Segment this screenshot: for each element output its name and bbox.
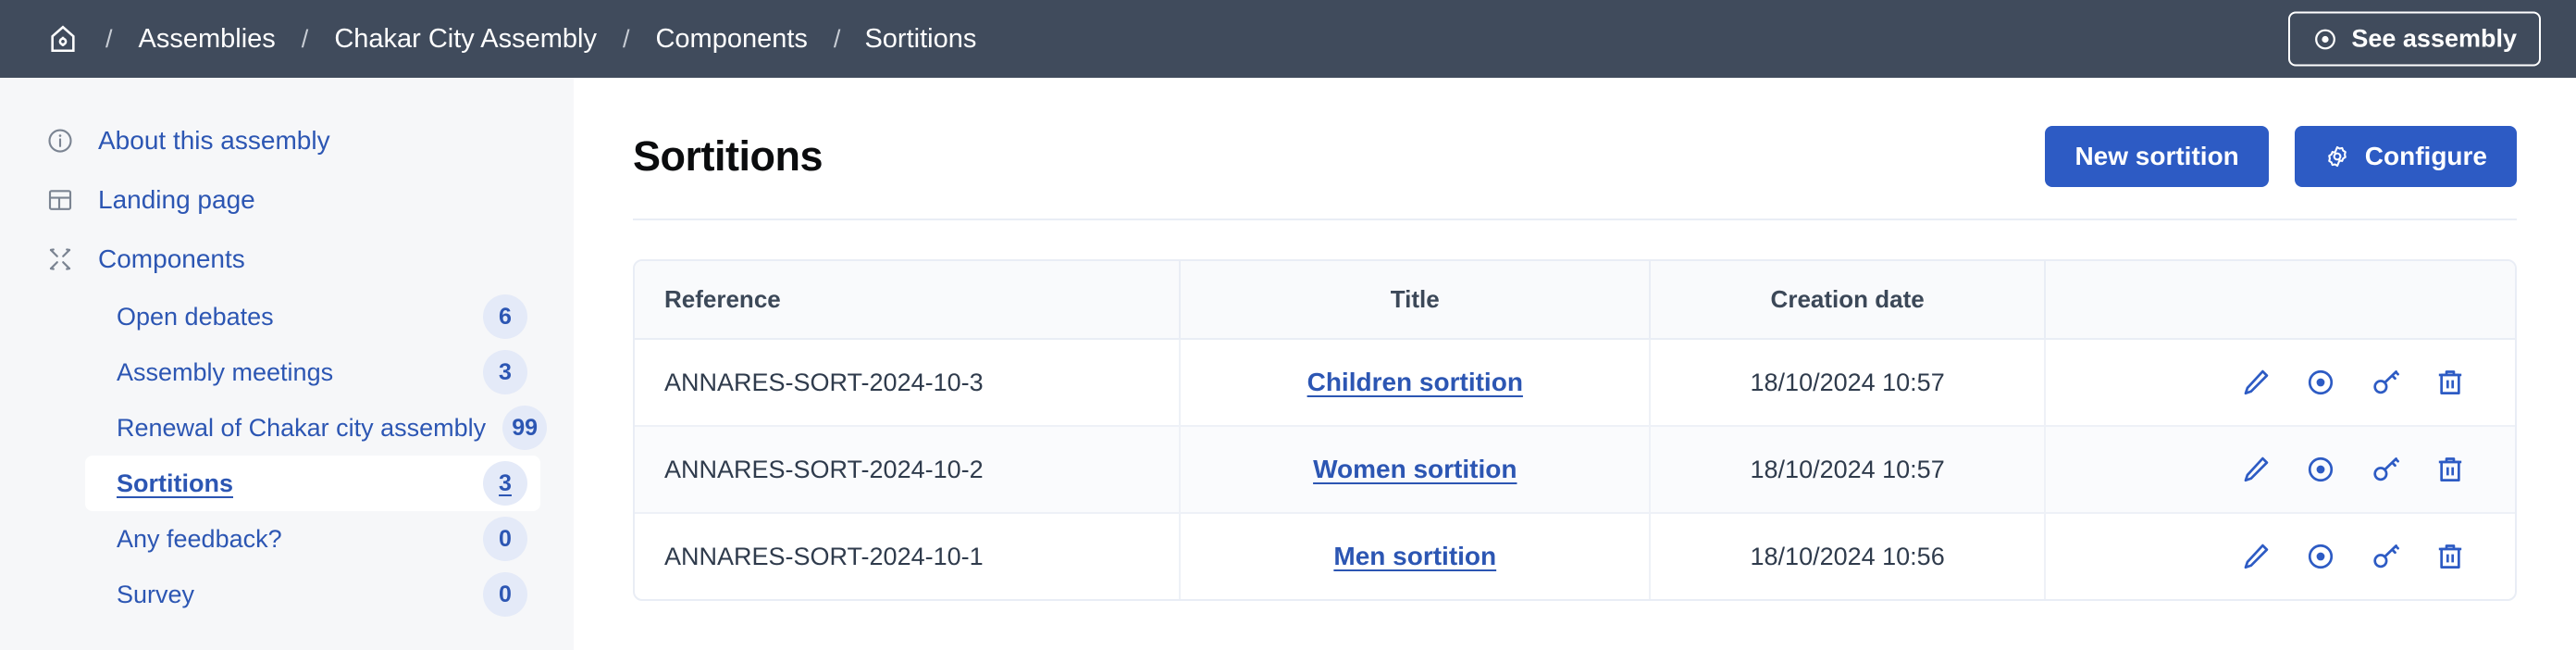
sidebar-subitem-count: 0: [483, 517, 527, 561]
column-header-title[interactable]: Title: [1180, 261, 1650, 339]
row-action-group: [2075, 540, 2485, 573]
breadcrumb-separator-2: /: [278, 25, 333, 54]
sidebar-subitem-open-debates[interactable]: Open debates 6: [85, 289, 540, 344]
content-header: Sortitions New sortition Configure: [633, 126, 2517, 220]
cell-creation-date: 18/10/2024 10:56: [1650, 513, 2045, 599]
eye-icon[interactable]: [2304, 453, 2337, 486]
cell-reference: ANNARES-SORT-2024-10-2: [635, 426, 1180, 513]
pencil-icon[interactable]: [2239, 366, 2273, 399]
cell-title: Women sortition: [1180, 426, 1650, 513]
sidebar-subitem-any-feedback[interactable]: Any feedback? 0: [85, 511, 540, 567]
layout-grid-icon: [44, 184, 76, 216]
trash-icon[interactable]: [2434, 540, 2467, 573]
cell-title: Children sortition: [1180, 339, 1650, 426]
breadcrumb-current-sortitions: Sortitions: [864, 24, 976, 55]
breadcrumb-separator-3: /: [599, 25, 654, 54]
key-icon[interactable]: [2369, 453, 2402, 486]
header-actions: New sortition Configure: [2045, 126, 2517, 187]
cell-actions: [2045, 513, 2515, 599]
table-body: ANNARES-SORT-2024-10-3 Children sortitio…: [635, 339, 2515, 599]
table-row: ANNARES-SORT-2024-10-2 Women sortition 1…: [635, 426, 2515, 513]
sidebar-subitem-label: Assembly meetings: [117, 358, 333, 387]
sidebar-subitem-assembly-meetings[interactable]: Assembly meetings 3: [85, 344, 540, 400]
column-header-actions: [2045, 261, 2515, 339]
sidebar-subitem-label: Survey: [117, 581, 194, 609]
column-header-creation-date[interactable]: Creation date: [1650, 261, 2045, 339]
gear-icon: [2324, 144, 2350, 169]
breadcrumb-separator-4: /: [810, 25, 865, 54]
cell-reference: ANNARES-SORT-2024-10-1: [635, 513, 1180, 599]
sidebar-subitem-label: Renewal of Chakar city assembly: [117, 414, 486, 443]
sortitions-table-container: Reference Title Creation date ANNARES-SO…: [633, 259, 2517, 601]
sidebar-subitem-count: 99: [502, 406, 547, 450]
cell-creation-date: 18/10/2024 10:57: [1650, 339, 2045, 426]
sidebar-item-label: Components: [98, 244, 245, 274]
cell-title: Men sortition: [1180, 513, 1650, 599]
row-action-group: [2075, 366, 2485, 399]
info-icon: [44, 125, 76, 156]
sortition-title-link[interactable]: Women sortition: [1313, 455, 1517, 483]
page-body: About this assembly Landing page Compone…: [0, 78, 2576, 650]
table-row: ANNARES-SORT-2024-10-1 Men sortition 18/…: [635, 513, 2515, 599]
breadcrumb-link-assemblies[interactable]: Assemblies: [137, 24, 278, 55]
sidebar-subitem-count: 3: [483, 461, 527, 506]
key-icon[interactable]: [2369, 366, 2402, 399]
sidebar-item-landing-page[interactable]: Landing page: [0, 170, 574, 230]
sidebar-item-label: Landing page: [98, 185, 255, 215]
cell-creation-date: 18/10/2024 10:57: [1650, 426, 2045, 513]
sidebar-subitem-label: Any feedback?: [117, 525, 282, 554]
breadcrumb-link-components[interactable]: Components: [653, 24, 809, 55]
cell-reference: ANNARES-SORT-2024-10-3: [635, 339, 1180, 426]
eye-icon: [2312, 26, 2338, 52]
sidebar-subitem-survey[interactable]: Survey 0: [85, 567, 540, 622]
breadcrumb-link-chakar-city-assembly[interactable]: Chakar City Assembly: [332, 24, 599, 55]
eye-icon[interactable]: [2304, 540, 2337, 573]
trash-icon[interactable]: [2434, 453, 2467, 486]
table-header-row: Reference Title Creation date: [635, 261, 2515, 339]
pencil-icon[interactable]: [2239, 453, 2273, 486]
sortition-title-link[interactable]: Children sortition: [1307, 368, 1523, 396]
trash-icon[interactable]: [2434, 366, 2467, 399]
row-action-group: [2075, 453, 2485, 486]
sidebar-item-label: About this assembly: [98, 126, 330, 156]
sidebar-subitem-sortitions[interactable]: Sortitions 3: [85, 456, 540, 511]
sortitions-table: Reference Title Creation date ANNARES-SO…: [635, 261, 2515, 599]
breadcrumb-separator-1: /: [81, 25, 137, 54]
home-icon[interactable]: [44, 20, 81, 57]
eye-icon[interactable]: [2304, 366, 2337, 399]
sortition-title-link[interactable]: Men sortition: [1333, 542, 1496, 570]
sidebar-item-about-this-assembly[interactable]: About this assembly: [0, 111, 574, 170]
page-title: Sortitions: [633, 132, 823, 181]
key-icon[interactable]: [2369, 540, 2402, 573]
sidebar-subitem-renewal-of-chakar-city-assembly[interactable]: Renewal of Chakar city assembly 99: [85, 400, 540, 456]
cell-actions: [2045, 339, 2515, 426]
tools-icon: [44, 244, 76, 275]
top-navigation-bar: / Assemblies / Chakar City Assembly / Co…: [0, 0, 2576, 78]
configure-button[interactable]: Configure: [2295, 126, 2517, 187]
see-assembly-button[interactable]: See assembly: [2288, 12, 2541, 67]
pencil-icon[interactable]: [2239, 540, 2273, 573]
new-sortition-label: New sortition: [2074, 142, 2238, 171]
sidebar-subitem-count: 0: [483, 572, 527, 617]
sidebar-subitem-count: 6: [483, 294, 527, 339]
main-content: Sortitions New sortition Configure: [574, 78, 2576, 650]
column-header-reference[interactable]: Reference: [635, 261, 1180, 339]
sidebar-subitem-label: Sortitions: [117, 469, 233, 498]
configure-label: Configure: [2365, 142, 2487, 171]
sidebar-subitem-count: 3: [483, 350, 527, 394]
table-row: ANNARES-SORT-2024-10-3 Children sortitio…: [635, 339, 2515, 426]
sidebar-item-components[interactable]: Components: [0, 230, 574, 289]
sidebar: About this assembly Landing page Compone…: [0, 78, 574, 650]
cell-actions: [2045, 426, 2515, 513]
sidebar-subitem-label: Open debates: [117, 303, 274, 331]
table-head: Reference Title Creation date: [635, 261, 2515, 339]
see-assembly-label: See assembly: [2351, 25, 2517, 54]
new-sortition-button[interactable]: New sortition: [2045, 126, 2268, 187]
breadcrumb: / Assemblies / Chakar City Assembly / Co…: [44, 20, 976, 57]
